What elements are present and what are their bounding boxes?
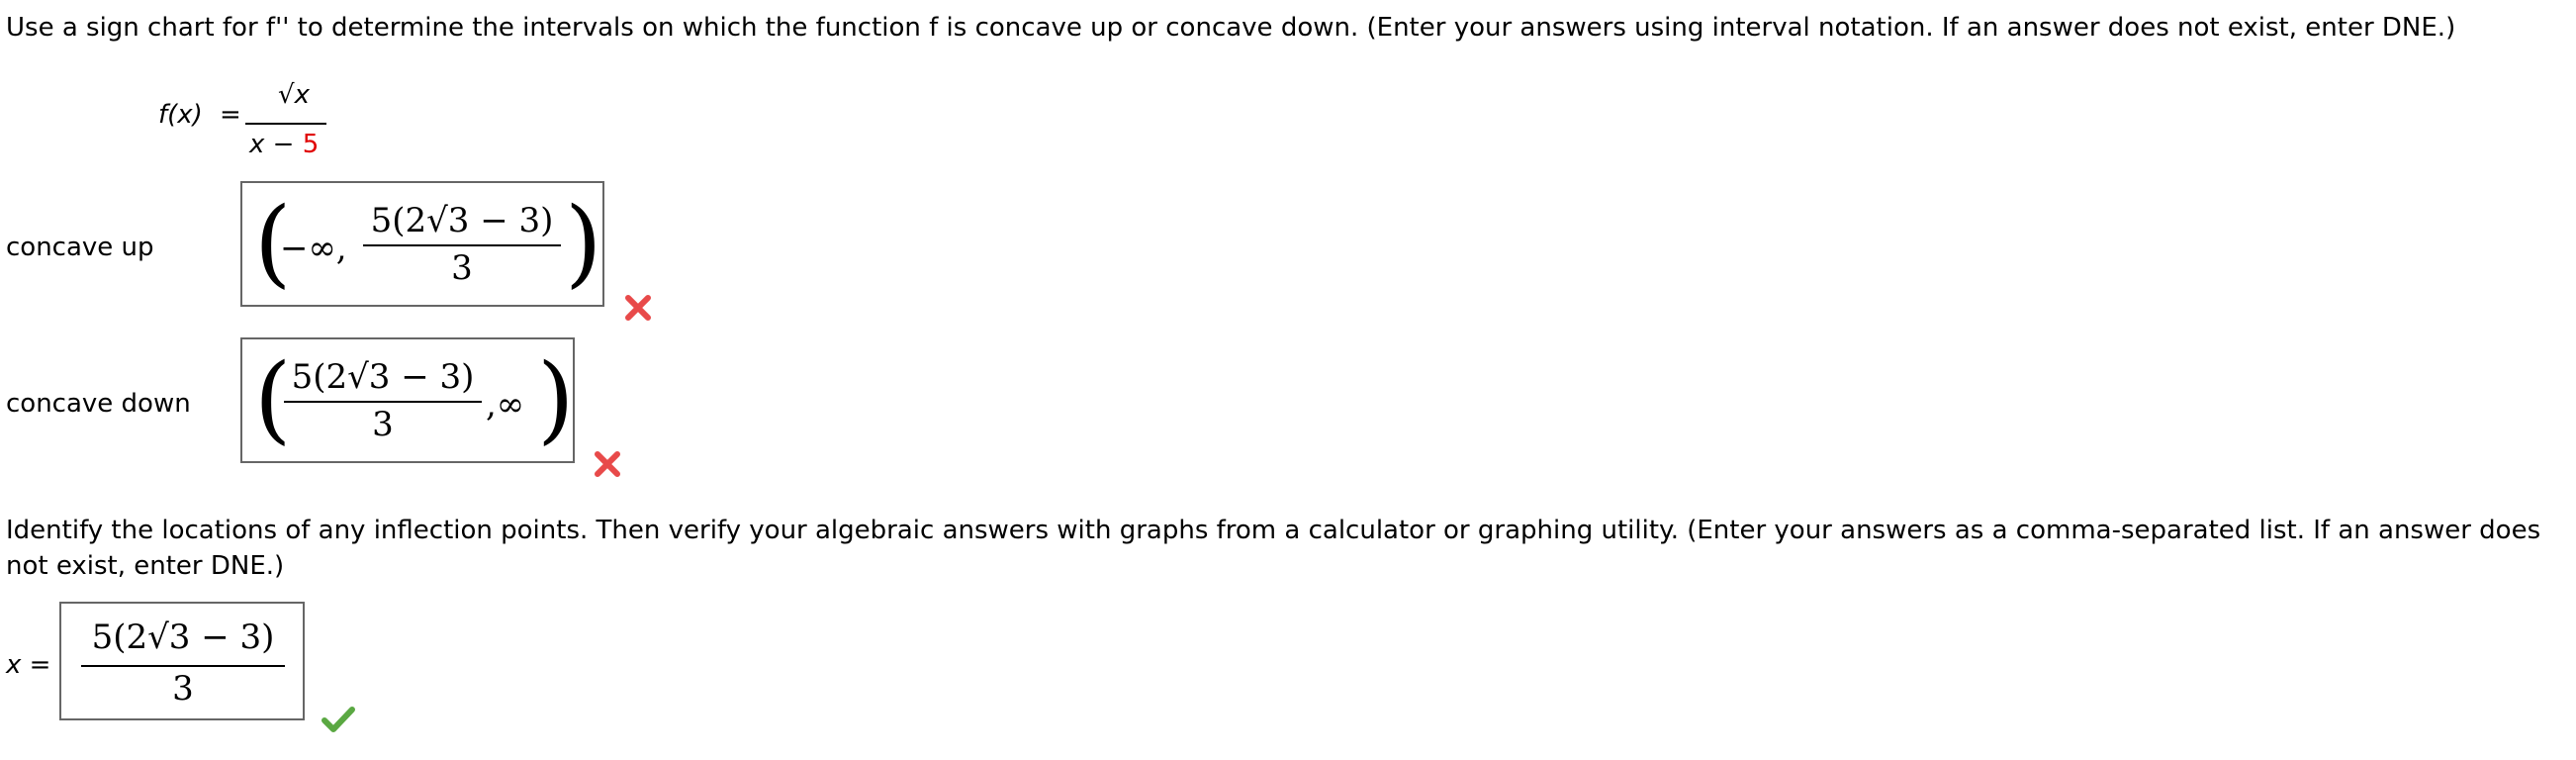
function-lhs: f(x)	[158, 100, 203, 130]
concave-down-answer-field[interactable]: ( 5(2√3 − 3) 3 ,∞ )	[240, 337, 575, 463]
concave-up-left-bound: −∞,	[280, 229, 347, 268]
question2-instruction-line1: Identify the locations of any inflection…	[6, 516, 2541, 545]
function-denominator: x − 5	[249, 127, 319, 162]
inflection-numerator: 5(2√3 − 3)	[91, 618, 275, 657]
x-variable: x	[6, 650, 22, 680]
function-equals: =	[220, 100, 241, 130]
concave-down-numerator: 5(2√3 − 3)	[291, 357, 475, 397]
denominator-operator: −	[272, 130, 295, 159]
concave-down-fraction-bar	[284, 401, 482, 403]
cross-icon	[593, 449, 622, 479]
x-equals: =	[29, 650, 51, 680]
concave-up-label: concave up	[6, 233, 154, 262]
check-icon	[321, 705, 356, 734]
concave-up-numerator: 5(2√3 − 3)	[370, 201, 554, 240]
right-paren: )	[537, 343, 575, 454]
inflection-denominator: 3	[172, 669, 194, 709]
inflection-x-label: x =	[6, 647, 50, 683]
concave-down-label: concave down	[6, 389, 191, 419]
denominator-variable: x	[249, 130, 265, 159]
concave-up-fraction-bar	[363, 244, 561, 246]
concave-up-answer-field[interactable]: ( −∞, 5(2√3 − 3) 3 )	[240, 181, 604, 307]
denominator-constant: 5	[302, 130, 320, 159]
right-paren: )	[565, 187, 602, 298]
question2-instruction-line2: not exist, enter DNE.)	[6, 551, 285, 581]
question1-instruction: Use a sign chart for f'' to determine th…	[6, 13, 2456, 43]
concave-up-denominator: 3	[451, 248, 473, 288]
function-numerator: √x	[278, 80, 310, 110]
concave-down-denominator: 3	[372, 405, 394, 444]
function-fraction-bar	[245, 123, 326, 125]
inflection-answer-field[interactable]: 5(2√3 − 3) 3	[59, 602, 305, 720]
concave-down-right-bound: ,∞	[486, 385, 525, 425]
function-label: f(x)	[158, 97, 203, 133]
cross-icon	[623, 293, 653, 323]
inflection-fraction-bar	[81, 665, 285, 667]
